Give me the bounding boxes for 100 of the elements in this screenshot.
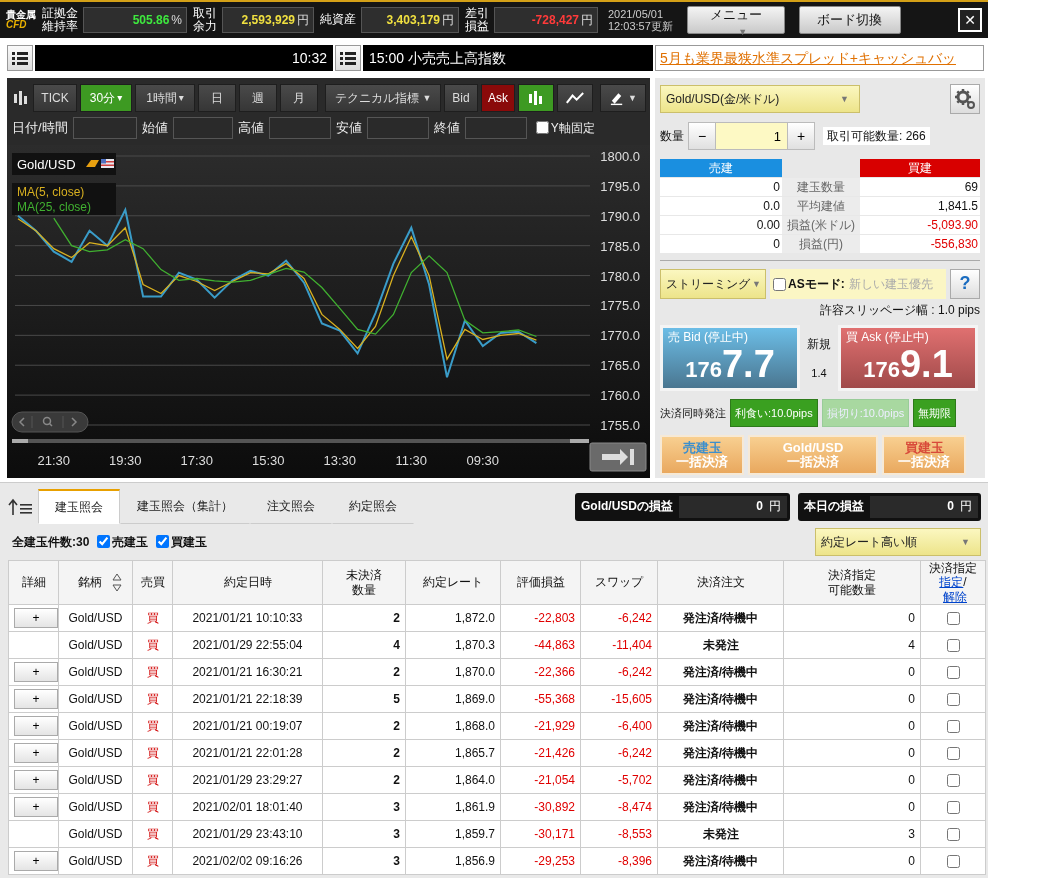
table-cell: 買 bbox=[132, 820, 173, 848]
price-side-tab[interactable]: Bid bbox=[444, 84, 478, 112]
checkbox-label: 売建玉 bbox=[112, 534, 149, 550]
streaming-select[interactable]: ストリーミング ▼ bbox=[660, 269, 766, 299]
tab[interactable]: 注文照会 bbox=[250, 489, 332, 524]
column-header: 決済指定 bbox=[928, 561, 978, 576]
checkbox[interactable] bbox=[946, 693, 960, 707]
table-cell: -556,830 bbox=[860, 235, 980, 253]
checkbox[interactable] bbox=[946, 747, 960, 761]
select-link[interactable]: 指定 bbox=[939, 575, 964, 590]
pair-select[interactable]: Gold/USD(金/米ドル) ▼ bbox=[660, 85, 860, 113]
checkbox[interactable] bbox=[946, 828, 960, 842]
table-cell: 買 bbox=[132, 847, 173, 875]
table-cell: 1,870.0 bbox=[405, 658, 501, 686]
expand-button[interactable]: + bbox=[14, 662, 58, 683]
table-cell: 1,859.7 bbox=[405, 820, 501, 848]
increment-button[interactable]: + bbox=[787, 122, 815, 150]
checkbox[interactable] bbox=[773, 277, 786, 291]
period-tab[interactable]: 日 bbox=[198, 84, 236, 112]
metric-label: 取引余力 bbox=[193, 6, 218, 34]
field-label: 始値 bbox=[141, 120, 168, 136]
checkbox[interactable] bbox=[946, 855, 960, 869]
buy-ask-button[interactable]: 買 Ask (停止中) 1769.1 bbox=[838, 325, 978, 392]
price-side-tab[interactable]: Ask bbox=[481, 84, 515, 112]
candlestick-button[interactable] bbox=[518, 84, 554, 112]
checkbox[interactable] bbox=[535, 121, 549, 135]
table-cell: -30,171 bbox=[500, 820, 581, 848]
close-button[interactable]: ✕ bbox=[958, 8, 982, 32]
y-axis-label: 1780.0 bbox=[600, 268, 640, 284]
checkbox[interactable] bbox=[946, 639, 960, 653]
checkbox[interactable] bbox=[946, 666, 960, 680]
quantity-field[interactable]: 1 bbox=[716, 122, 787, 150]
list-button[interactable] bbox=[335, 45, 361, 71]
checkbox[interactable] bbox=[97, 535, 111, 549]
clear-link[interactable]: 解除 bbox=[943, 589, 967, 604]
settle-label: 決済同時発注 bbox=[660, 406, 726, 420]
row-label: 損益(円) bbox=[782, 235, 860, 253]
tab[interactable]: 建玉照会（集計） bbox=[120, 489, 250, 524]
sort-arrows-icon[interactable] bbox=[111, 572, 122, 593]
table-cell: 2021/02/02 09:16:26 bbox=[172, 847, 323, 875]
field-label: 安値 bbox=[335, 120, 362, 136]
line-chart-icon bbox=[566, 90, 584, 106]
period-tab[interactable]: 30分 ▾ bbox=[80, 84, 132, 112]
decrement-button[interactable]: − bbox=[688, 122, 716, 150]
expand-button[interactable]: + bbox=[14, 851, 58, 872]
table-cell: 未発注 bbox=[657, 820, 784, 848]
table-cell: 4 bbox=[322, 631, 406, 659]
input-field[interactable] bbox=[366, 117, 429, 139]
input-field[interactable] bbox=[464, 117, 527, 139]
expand-button[interactable]: + bbox=[14, 608, 58, 629]
table-cell: 発注済/待機中 bbox=[657, 739, 784, 767]
column-header: 売買 bbox=[132, 560, 173, 605]
board-switch-button[interactable]: ボード切換 bbox=[798, 6, 901, 34]
settings-button[interactable] bbox=[950, 84, 980, 114]
checkbox[interactable] bbox=[946, 720, 960, 734]
scrollbar[interactable] bbox=[12, 439, 589, 443]
period-tab[interactable]: 1時間 ▾ bbox=[135, 84, 195, 112]
line-chart-button[interactable] bbox=[557, 84, 593, 112]
tab[interactable]: 建玉照会 bbox=[38, 489, 120, 524]
menu-button[interactable]: メニュー ▼ bbox=[686, 6, 785, 34]
period-tab[interactable]: TICK bbox=[33, 84, 77, 112]
period-tab[interactable]: 月 bbox=[280, 84, 318, 112]
tab[interactable]: 約定照会 bbox=[332, 489, 414, 524]
input-field[interactable] bbox=[72, 117, 137, 139]
table-cell: 2021/01/21 22:18:39 bbox=[172, 685, 323, 713]
expand-button[interactable]: + bbox=[14, 689, 58, 710]
sell-bid-button[interactable]: 売 Bid (停止中) 1767.7 bbox=[660, 325, 800, 392]
zoom-control[interactable] bbox=[11, 411, 89, 433]
table-cell: -6,242 bbox=[580, 739, 658, 767]
expand-button[interactable]: + bbox=[14, 743, 58, 764]
table-cell: 1,856.9 bbox=[405, 847, 501, 875]
table-cell: -55,368 bbox=[500, 685, 581, 713]
checkbox[interactable] bbox=[946, 774, 960, 788]
checkbox[interactable] bbox=[946, 801, 960, 815]
x-axis-label: 19:30 bbox=[109, 453, 142, 468]
table-cell: -6,242 bbox=[580, 658, 658, 686]
field-label: 日付/時間 bbox=[12, 120, 68, 136]
checkbox[interactable] bbox=[946, 612, 960, 626]
column-header: スワップ bbox=[580, 560, 658, 605]
checkbox[interactable] bbox=[156, 535, 170, 549]
table-cell: Gold/USD bbox=[58, 604, 133, 632]
expand-button[interactable]: + bbox=[14, 716, 58, 737]
table-cell: 1,870.3 bbox=[405, 631, 501, 659]
help-button[interactable]: ? bbox=[950, 269, 980, 299]
sort-select[interactable]: 約定レート高い順 ▼ bbox=[815, 528, 981, 556]
input-field[interactable] bbox=[172, 117, 233, 139]
draw-tool-button[interactable]: ▼ bbox=[600, 84, 646, 112]
expand-button[interactable]: + bbox=[14, 797, 58, 818]
table-cell: 買 bbox=[132, 604, 173, 632]
jump-to-latest-button[interactable] bbox=[589, 442, 647, 472]
column-header: 評価損益 bbox=[500, 560, 581, 605]
list-button[interactable] bbox=[7, 45, 33, 71]
input-field[interactable] bbox=[268, 117, 331, 139]
period-tab[interactable]: 週 bbox=[239, 84, 277, 112]
table-cell: -8,474 bbox=[580, 793, 658, 821]
table-cell: 1,864.0 bbox=[405, 766, 501, 794]
table-cell: Gold/USD bbox=[58, 712, 133, 740]
indicator-button[interactable]: テクニカル指標 ▼ bbox=[325, 84, 441, 112]
expand-button[interactable]: + bbox=[14, 770, 58, 791]
table-cell: 0 bbox=[783, 766, 921, 794]
